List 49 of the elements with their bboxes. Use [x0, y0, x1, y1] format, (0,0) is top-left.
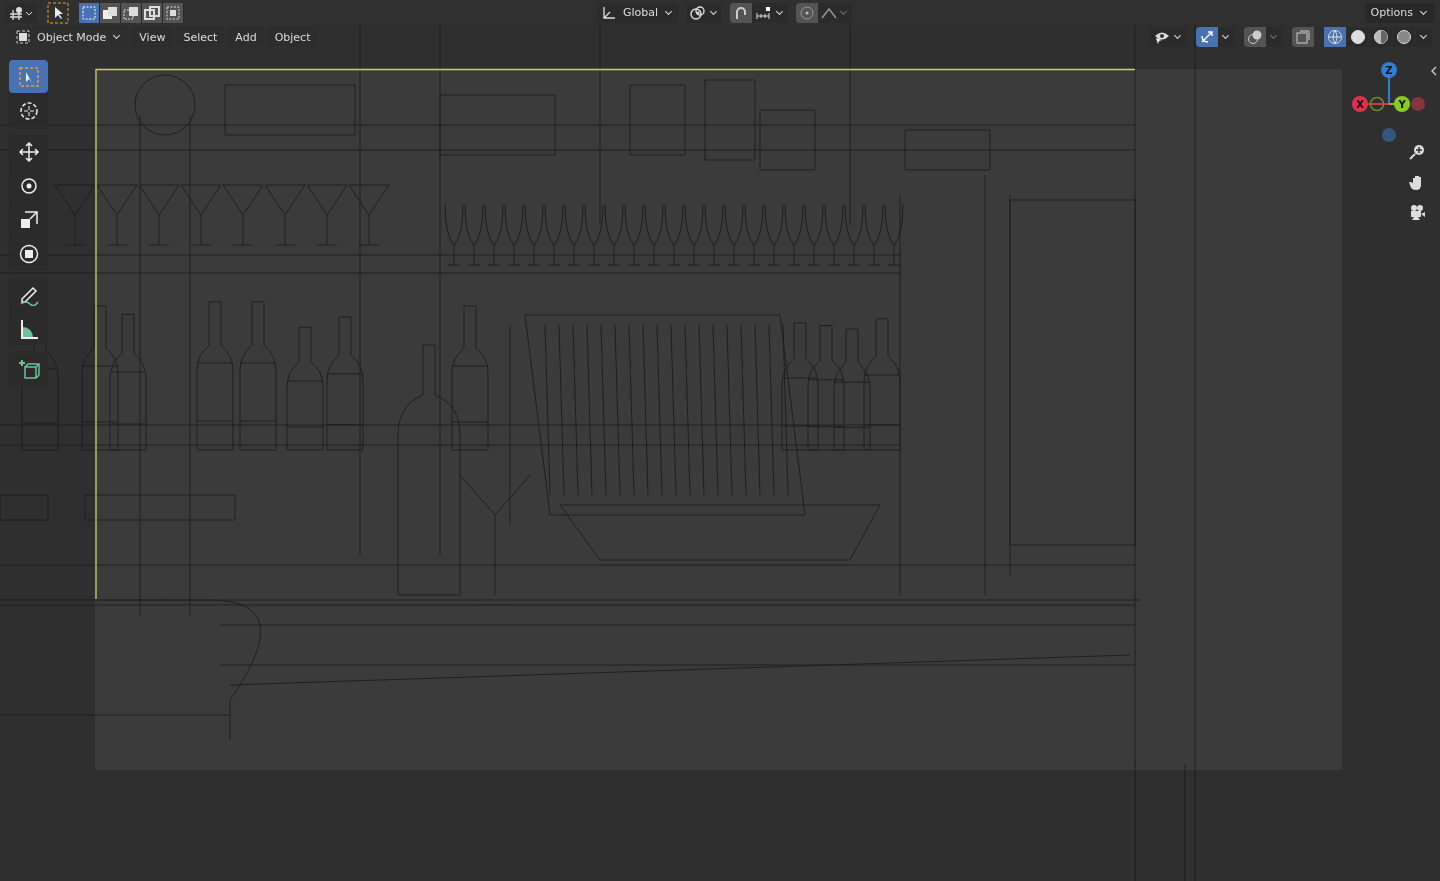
object-mode-icon — [15, 29, 31, 45]
options-dropdown[interactable]: Options — [1364, 2, 1435, 23]
zoom-icon — [1408, 143, 1426, 161]
movie-camera-icon — [1408, 203, 1426, 221]
shading-mode-button[interactable] — [1393, 27, 1415, 47]
navigation-gizmo[interactable]: Z X Y — [1351, 60, 1427, 142]
selection-mode-icon — [102, 4, 118, 21]
transform-icon — [17, 242, 40, 265]
selection-mode-icon — [165, 4, 181, 21]
sidebar-toggle-icon[interactable] — [1430, 66, 1438, 76]
transform-orientation-dropdown[interactable]: Global — [597, 2, 679, 23]
editor-type-button[interactable] — [5, 2, 37, 23]
sphere-icon — [1373, 29, 1389, 45]
add-cube-icon — [17, 358, 40, 381]
shading-dropdown[interactable] — [1416, 27, 1432, 47]
sphere-icon — [1327, 29, 1343, 45]
sphere-icon — [1350, 29, 1366, 45]
view3d-icon — [8, 5, 34, 20]
select-tool-button[interactable] — [47, 1, 69, 24]
pivot-icon — [689, 4, 708, 21]
falloff-dropdown[interactable] — [818, 2, 853, 23]
snap-target-dropdown[interactable] — [752, 2, 789, 23]
crosshair-icon — [17, 99, 40, 122]
sphere-icon — [1396, 29, 1412, 45]
move-arrows-icon — [17, 140, 40, 163]
selection-mode-button[interactable] — [163, 2, 183, 23]
axes-icon — [601, 4, 617, 21]
gizmo-arrow-icon — [1199, 29, 1215, 45]
proportional-edit-icon — [799, 4, 816, 21]
snap-toggle[interactable] — [730, 2, 753, 23]
xray-toggle[interactable] — [1292, 27, 1314, 47]
select-box-icon — [17, 65, 40, 88]
pivot-point-dropdown[interactable] — [686, 2, 723, 23]
selection-mode-button[interactable] — [121, 2, 141, 23]
visibility-dropdown[interactable] — [1150, 27, 1186, 47]
selection-mode-icon — [144, 4, 160, 21]
selection-mode-button[interactable] — [79, 2, 99, 23]
overlays-toggle[interactable] — [1244, 27, 1266, 47]
xray-icon — [1295, 29, 1311, 45]
shading-mode-button[interactable] — [1370, 27, 1392, 47]
selection-mode-button[interactable] — [142, 2, 162, 23]
overlapping-circles-icon — [1247, 29, 1263, 45]
shading-mode-button[interactable] — [1347, 27, 1369, 47]
proportional-editing-toggle[interactable] — [796, 2, 819, 23]
selection-mode-icon — [123, 4, 139, 21]
gizmo-toggle[interactable] — [1196, 27, 1218, 47]
selection-mode-icon — [81, 4, 97, 21]
gizmo-dropdown[interactable] — [1218, 27, 1234, 47]
selection-mode-button[interactable] — [100, 2, 120, 23]
